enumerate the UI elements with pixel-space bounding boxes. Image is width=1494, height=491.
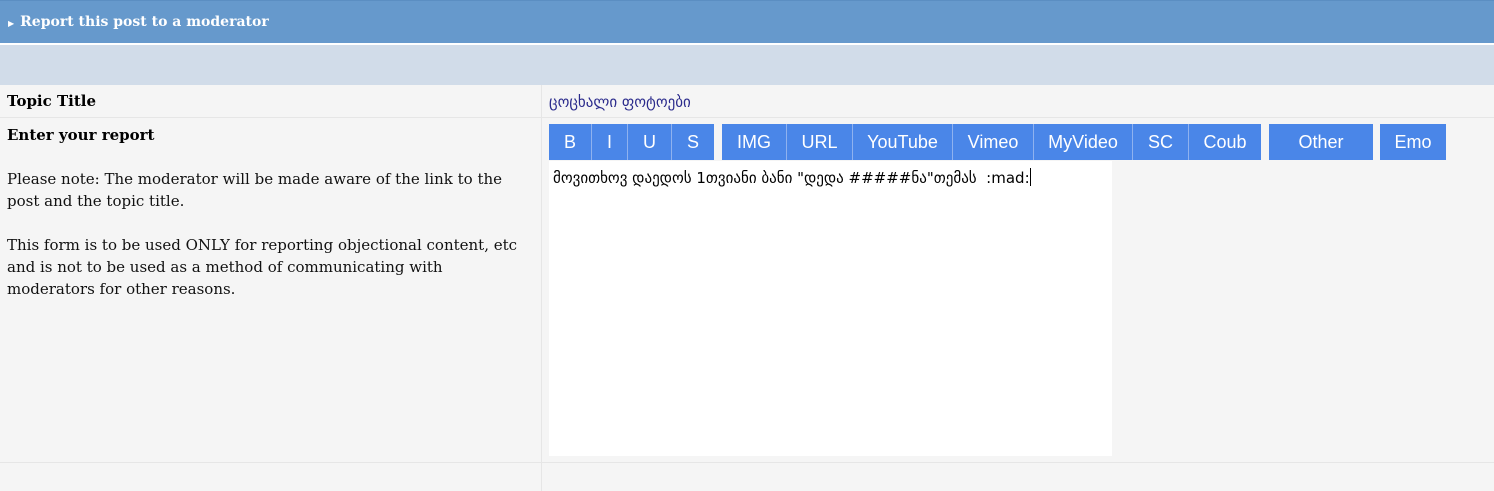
topic-title-value: ცოცხალი ფოტოები	[549, 93, 691, 111]
text-caret	[1029, 168, 1031, 186]
report-row: Enter your report Please note: The moder…	[0, 118, 1494, 463]
report-note-usage: This form is to be used ONLY for reporti…	[7, 236, 518, 298]
bottom-row	[0, 463, 1494, 491]
youtube-button[interactable]: YouTube	[853, 124, 953, 160]
underline-button[interactable]: U	[628, 124, 672, 160]
sc-button[interactable]: SC	[1133, 124, 1189, 160]
emo-button[interactable]: Emo	[1380, 124, 1446, 160]
triangle-right-icon: ▶	[8, 18, 15, 28]
report-textarea[interactable]: მოვითხოვ დაედოს 1თვიანი ბანი "დედა #####…	[549, 161, 1112, 456]
italic-button[interactable]: I	[592, 124, 628, 160]
vimeo-button[interactable]: Vimeo	[953, 124, 1034, 160]
topic-title-label: Topic Title	[7, 92, 97, 110]
report-notes: Please note: The moderator will be made …	[7, 168, 532, 322]
coub-button[interactable]: Coub	[1189, 124, 1261, 160]
topic-title-label-cell: Topic Title	[0, 85, 542, 117]
url-button[interactable]: URL	[787, 124, 853, 160]
report-label: Enter your report	[7, 126, 155, 144]
report-note-moderator-aware: Please note: The moderator will be made …	[7, 170, 503, 210]
sub-header-bar	[0, 45, 1494, 85]
report-text: მოვითხოვ დაედოს 1თვიანი ბანი "დედა #####…	[553, 169, 1030, 187]
img-button[interactable]: IMG	[722, 124, 787, 160]
topic-title-row: Topic Title ცოცხალი ფოტოები	[0, 85, 1494, 118]
report-label-cell: Enter your report Please note: The moder…	[0, 118, 542, 462]
bottom-row-left-cell	[0, 463, 542, 491]
other-button[interactable]: Other	[1269, 124, 1373, 160]
strike-button[interactable]: S	[672, 124, 714, 160]
report-header: ▶ Report this post to a moderator	[0, 0, 1494, 43]
report-page: ▶ Report this post to a moderator Topic …	[0, 0, 1494, 491]
myvideo-button[interactable]: MyVideo	[1034, 124, 1133, 160]
bold-button[interactable]: B	[549, 124, 592, 160]
report-header-title: Report this post to a moderator	[20, 14, 269, 30]
